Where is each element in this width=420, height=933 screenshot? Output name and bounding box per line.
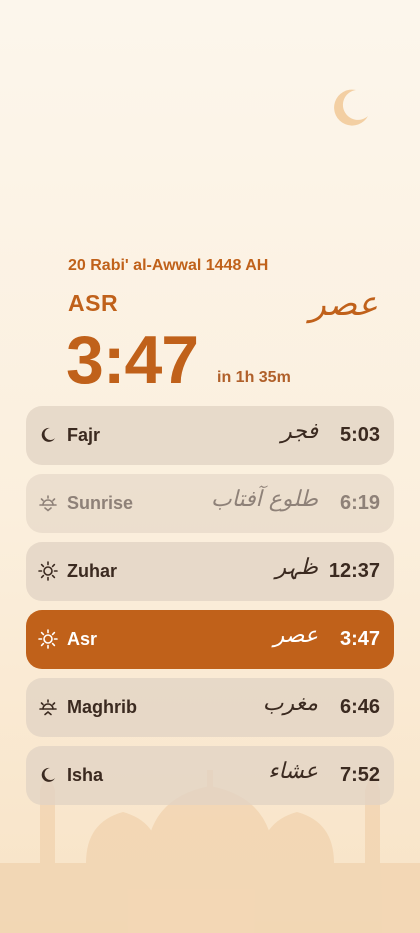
hijri-date: 20 Rabi' al-Awwal 1448 AH — [68, 257, 269, 274]
prayer-row-asr[interactable]: Asr عصر 3:47 — [26, 610, 394, 669]
prayer-name: Isha — [67, 765, 104, 785]
prayer-arabic: عشاء — [268, 759, 318, 784]
prayer-name: Asr — [67, 629, 98, 649]
prayer-name: Zuhar — [67, 561, 118, 581]
prayer-time: 6:19 — [339, 492, 380, 514]
prayer-arabic: طلوع آفتاب — [211, 487, 318, 512]
prayer-time: 7:52 — [339, 764, 380, 786]
countdown: in 1h 35m — [217, 369, 291, 386]
sun-icon — [38, 629, 58, 649]
prayer-row-sunrise[interactable]: Sunrise طلوع آفتاب 6:19 — [26, 474, 394, 533]
moon-icon — [41, 427, 55, 442]
current-prayer-arabic: عصر — [309, 284, 378, 324]
prayer-time: 5:03 — [339, 424, 380, 446]
prayer-row-zuhar[interactable]: Zuhar ظہر 12:37 — [26, 542, 394, 601]
crescent-moon-icon — [334, 89, 368, 126]
sun-icon — [38, 561, 58, 581]
prayer-arabic: مغرب — [262, 691, 318, 716]
prayer-name: Sunrise — [67, 493, 134, 513]
prayer-time: 12:37 — [328, 560, 380, 582]
prayer-time: 3:47 — [339, 628, 380, 650]
prayer-arabic: عصر — [273, 623, 318, 648]
prayer-time: 6:46 — [339, 696, 380, 718]
prayer-arabic: ظہر — [275, 555, 318, 580]
prayer-arabic: فجر — [281, 419, 318, 444]
prayer-row-fajr[interactable]: Fajr فجر 5:03 — [26, 406, 394, 465]
prayer-name: Fajr — [67, 425, 101, 445]
prayer-row-maghrib[interactable]: Maghrib مغرب 6:46 — [26, 678, 394, 737]
current-prayer-time: 3:47 — [66, 322, 199, 398]
prayer-row-isha[interactable]: Isha عشاء 7:52 — [26, 746, 394, 805]
sunset-icon — [39, 699, 57, 716]
sunrise-icon — [39, 495, 57, 512]
moon-icon — [41, 767, 55, 782]
current-prayer-name: ASR — [68, 290, 119, 316]
prayer-times-list: Fajr فجر 5:03 Sunrise طلوع آفتاب 6:19 Zu… — [26, 406, 394, 814]
prayer-name: Maghrib — [67, 697, 137, 717]
